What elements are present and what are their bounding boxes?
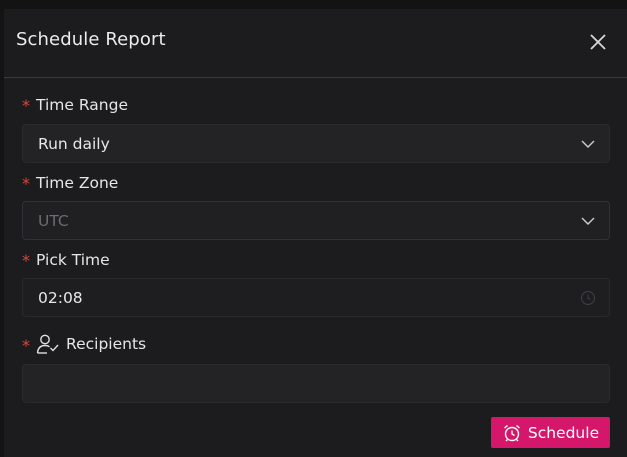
close-button[interactable] bbox=[589, 33, 607, 51]
user-check-icon bbox=[36, 334, 59, 354]
time-zone-select[interactable]: UTC bbox=[22, 201, 610, 240]
dialog-header: Schedule Report bbox=[4, 9, 627, 78]
recipients-label: * Recipients bbox=[22, 333, 146, 355]
chevron-down-icon bbox=[581, 140, 595, 148]
time-range-label: * Time Range bbox=[22, 95, 128, 116]
schedule-report-dialog: Schedule Report * Time Range Run daily *… bbox=[4, 9, 627, 457]
pick-time-value: 02:08 bbox=[38, 288, 83, 307]
time-range-value: Run daily bbox=[38, 134, 110, 153]
schedule-button-label: Schedule bbox=[527, 423, 600, 442]
time-picker-input[interactable]: 02:08 bbox=[22, 278, 610, 317]
time-range-select[interactable]: Run daily bbox=[22, 124, 610, 163]
required-mark: * bbox=[22, 96, 30, 115]
recipients-label-text: Recipients bbox=[66, 335, 147, 353]
time-zone-value: UTC bbox=[38, 211, 69, 230]
required-mark: * bbox=[22, 174, 30, 193]
pick-time-label: * Pick Time bbox=[22, 250, 110, 271]
required-mark: * bbox=[22, 251, 30, 270]
dialog-title: Schedule Report bbox=[16, 29, 166, 50]
required-mark: * bbox=[22, 335, 30, 355]
time-range-label-text: Time Range bbox=[36, 95, 128, 114]
clock-icon bbox=[580, 290, 596, 306]
alarm-clock-icon bbox=[503, 424, 520, 441]
time-zone-label-text: Time Zone bbox=[36, 173, 119, 192]
pick-time-label-text: Pick Time bbox=[36, 250, 110, 269]
close-icon bbox=[590, 34, 606, 50]
chevron-down-icon bbox=[581, 217, 595, 225]
time-zone-label: * Time Zone bbox=[22, 173, 119, 194]
recipients-input[interactable] bbox=[22, 364, 610, 403]
schedule-button[interactable]: Schedule bbox=[491, 417, 610, 448]
